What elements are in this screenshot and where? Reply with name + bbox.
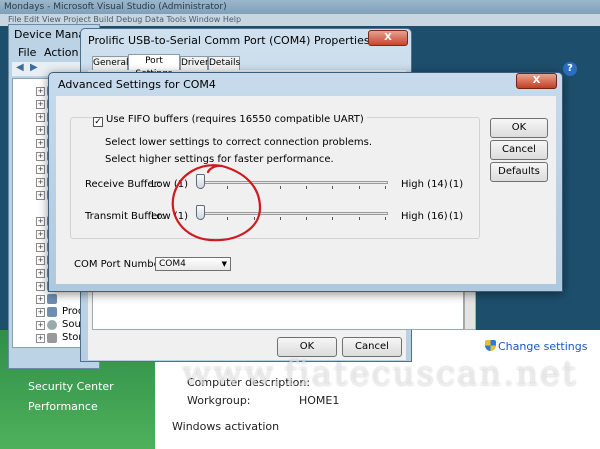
expand-icon[interactable]: + <box>36 217 45 226</box>
receive-buffer-slider-thumb[interactable] <box>195 174 205 189</box>
slider-tick <box>385 217 386 220</box>
uac-shield-icon <box>485 340 496 351</box>
com-port-select[interactable]: COM4 ▼ <box>155 257 231 271</box>
expand-icon[interactable]: + <box>36 152 45 161</box>
security-center-link[interactable]: Security Center <box>28 380 114 393</box>
properties-scrollbar[interactable] <box>464 290 476 330</box>
back-arrow-icon[interactable]: ◀ <box>16 62 24 73</box>
speaker-icon <box>47 320 57 330</box>
note-lower-settings: Select lower settings to correct connect… <box>105 137 373 148</box>
tab-driver[interactable]: Driver <box>180 56 209 70</box>
properties-close-button[interactable]: X <box>368 30 408 46</box>
expand-icon[interactable]: + <box>36 308 45 317</box>
transmit-buffer-slider-thumb[interactable] <box>195 205 205 220</box>
advanced-ok-button[interactable]: OK <box>490 118 548 138</box>
slider-tick <box>358 217 360 220</box>
slider-tick <box>332 186 334 189</box>
expand-icon[interactable]: + <box>36 230 45 239</box>
receive-buffer-label: Receive Buffer: <box>85 179 161 190</box>
advanced-cancel-button[interactable]: Cancel <box>490 140 548 160</box>
change-settings-link[interactable]: Change settings <box>485 340 587 353</box>
expand-icon[interactable]: + <box>36 191 45 200</box>
defaults-button[interactable]: Defaults <box>490 162 548 182</box>
slider-tick <box>227 217 229 220</box>
storage-icon <box>47 333 57 343</box>
menu-action[interactable]: Action <box>44 46 78 59</box>
expand-icon[interactable]: + <box>36 139 45 148</box>
expand-icon[interactable]: + <box>36 100 45 109</box>
help-icon[interactable]: ? <box>563 62 577 76</box>
slider-tick <box>306 217 308 220</box>
com-port-selected-value: COM4 <box>159 259 186 269</box>
receive-high-label: High (14) <box>401 179 448 190</box>
expand-icon[interactable]: + <box>36 178 45 187</box>
properties-title: Prolific USB-to-Serial Comm Port (COM4) … <box>88 34 370 47</box>
receive-current-value: (1) <box>449 179 464 190</box>
transmit-current-value: (1) <box>449 211 464 222</box>
transmit-low-label: Low (1) <box>151 211 189 222</box>
device-icon <box>47 294 57 304</box>
tab-port-settings[interactable]: Port Settings <box>128 54 180 79</box>
receive-buffer-track[interactable] <box>196 181 388 189</box>
fifo-label: Use FIFO buffers (requires 16550 compati… <box>106 114 364 125</box>
menu-file[interactable]: File <box>18 46 36 59</box>
device-manager-title: Device Mana <box>14 28 86 41</box>
watermark: www.fiatecuscan.net <box>182 354 578 394</box>
expand-icon[interactable]: + <box>36 87 45 96</box>
expand-icon[interactable]: + <box>36 334 45 343</box>
slider-tick <box>306 186 308 189</box>
change-settings-label: Change settings <box>498 340 588 353</box>
expand-icon[interactable]: + <box>36 282 45 291</box>
expand-icon[interactable]: + <box>36 126 45 135</box>
windows-activation-label: Windows activation <box>172 420 280 433</box>
advanced-settings-title: Advanced Settings for COM4 <box>58 78 216 91</box>
transmit-buffer-track[interactable] <box>196 212 388 220</box>
slider-tick <box>253 217 255 220</box>
workgroup-value: HOME1 <box>299 394 340 407</box>
slider-tick <box>279 186 281 189</box>
receive-low-label: Low (1) <box>151 179 189 190</box>
forward-arrow-icon[interactable]: ▶ <box>30 62 38 73</box>
slider-tick <box>385 186 386 189</box>
visual-studio-titlebar: Mondays - Microsoft Visual Studio (Admin… <box>0 0 600 14</box>
advanced-close-button[interactable]: X <box>516 73 557 89</box>
chevron-down-icon: ▼ <box>221 260 227 268</box>
slider-tick <box>227 186 229 189</box>
transmit-high-label: High (16) <box>401 211 448 222</box>
expand-icon[interactable]: + <box>36 295 45 304</box>
expand-icon[interactable]: + <box>36 321 45 330</box>
expand-icon[interactable]: + <box>36 113 45 122</box>
com-port-label: COM Port Number: <box>74 259 168 270</box>
note-higher-settings: Select higher settings for faster perfor… <box>105 154 334 165</box>
performance-link[interactable]: Performance <box>28 400 98 413</box>
tab-details[interactable]: Details <box>208 56 240 70</box>
slider-tick <box>332 217 334 220</box>
tab-general[interactable]: General <box>92 56 128 70</box>
workgroup-label: Workgroup: <box>187 394 251 407</box>
fifo-checkbox[interactable]: ✓ <box>93 117 103 127</box>
slider-tick <box>279 217 281 220</box>
properties-list-area <box>92 290 464 330</box>
processor-icon <box>47 307 57 317</box>
slider-tick <box>253 186 255 189</box>
expand-icon[interactable]: + <box>36 256 45 265</box>
expand-icon[interactable]: + <box>36 243 45 252</box>
fifo-option[interactable]: ✓ Use FIFO buffers (requires 16550 compat… <box>93 112 367 127</box>
expand-icon[interactable]: + <box>36 165 45 174</box>
expand-icon[interactable]: + <box>36 269 45 278</box>
slider-tick <box>358 186 360 189</box>
